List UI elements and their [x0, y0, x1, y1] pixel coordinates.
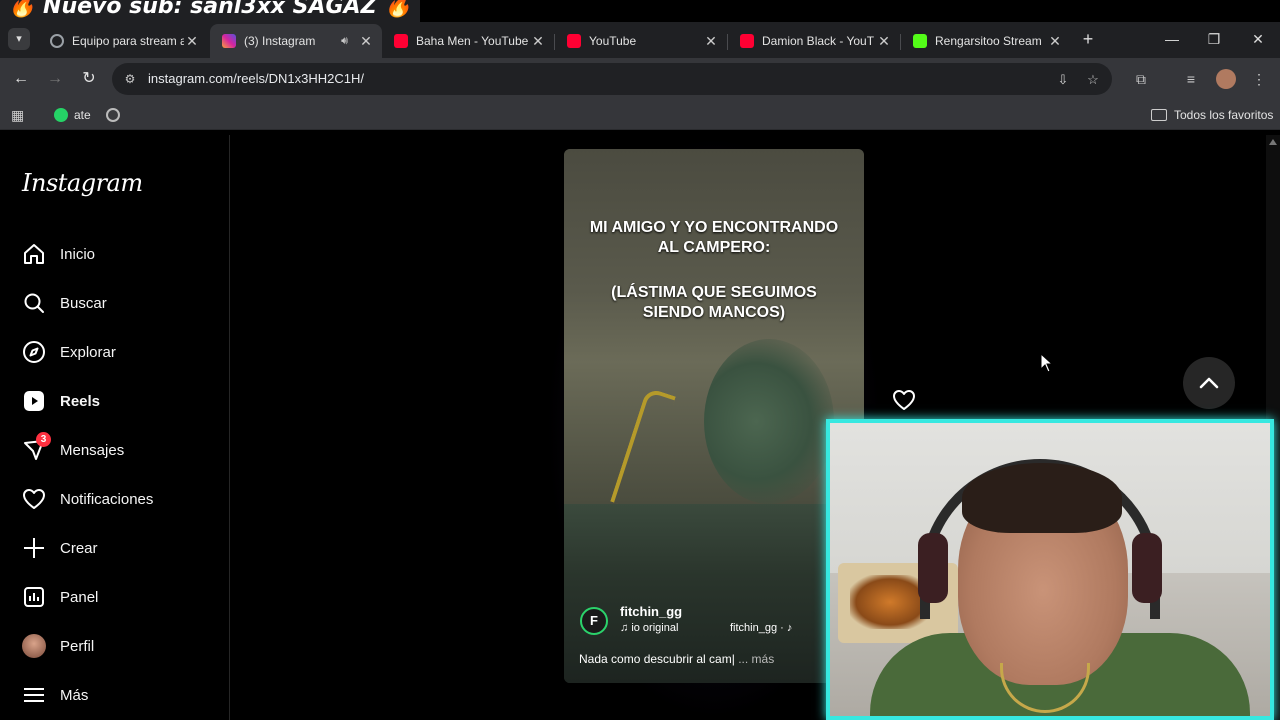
sidebar-item-notificaciones[interactable]: Notificaciones	[22, 486, 153, 512]
more-menu-icon[interactable]: ⋮	[1249, 69, 1269, 89]
sidebar-item-perfil[interactable]: Perfil	[22, 633, 94, 659]
sidebar-item-crear[interactable]: Crear	[22, 535, 98, 561]
minimize-button[interactable]: —	[1158, 28, 1186, 50]
close-tab-icon[interactable]: ✕	[530, 33, 546, 50]
reels-icon	[24, 391, 44, 411]
avatar	[22, 634, 46, 658]
bookmarks-bar: ▦ ate Todos los favoritos	[0, 100, 1280, 130]
chevron-up-icon	[1199, 377, 1219, 389]
sidebar-item-reels[interactable]: Reels	[22, 388, 100, 414]
bookmark-star-icon[interactable]: ☆	[1084, 71, 1102, 89]
sidebar-item-mas[interactable]: Más	[22, 682, 88, 708]
tab-equipo[interactable]: Equipo para stream a ✕	[38, 24, 208, 58]
reel-caption-line: MI AMIGO Y YO ENCONTRANDO	[589, 219, 839, 236]
dashboard-icon	[24, 587, 44, 607]
media-control-icon[interactable]: ≡	[1181, 69, 1201, 89]
reel-caption-line: (LÁSTIMA QUE SEGUIMOS	[611, 284, 817, 301]
reel-video[interactable]: MI AMIGO Y YO ENCONTRANDO AL CAMPERO: (L…	[564, 149, 864, 683]
all-bookmarks-folder[interactable]: Todos los favoritos	[1151, 106, 1273, 124]
reel-description[interactable]: Nada como descubrir al cam| ... más	[579, 652, 774, 666]
audio-user[interactable]: fitchin_gg · ♪	[730, 622, 792, 634]
openai-icon	[106, 108, 120, 122]
compass-icon	[23, 341, 45, 363]
globe-icon	[50, 34, 64, 48]
instagram-icon	[222, 34, 236, 48]
search-icon	[24, 293, 44, 313]
install-app-icon[interactable]: ⇩	[1054, 71, 1072, 89]
instagram-logo[interactable]: Instagram	[22, 169, 143, 197]
like-heart-icon[interactable]	[892, 388, 916, 412]
webcam-hair	[962, 463, 1122, 533]
address-bar[interactable]: ⚙ instagram.com/reels/DN1x3HH2C1H/ ⇩ ☆	[112, 63, 1112, 95]
tab-rengarsitoo[interactable]: Rengarsitoo Stream ✕	[901, 24, 1071, 58]
instagram-sidebar: Instagram Inicio Buscar Explorar Reels 3…	[0, 135, 230, 720]
tab-instagram[interactable]: (3) Instagram 🔊︎ ✕	[210, 24, 382, 58]
account-name[interactable]: fitchin_gg	[620, 604, 682, 619]
youtube-icon	[567, 34, 581, 48]
tab-baha-men[interactable]: Baha Men - YouTube ✕	[382, 24, 554, 58]
youtube-icon	[394, 34, 408, 48]
whatsapp-icon	[54, 108, 68, 122]
menu-icon	[24, 688, 44, 702]
url-text[interactable]: instagram.com/reels/DN1x3HH2C1H/	[148, 71, 364, 86]
close-tab-icon[interactable]: ✕	[184, 33, 200, 50]
reel-caption-line: SIENDO MANCOS)	[642, 304, 786, 321]
stream-title-bar: 🔥 Nuevo sub: sanl3xx SAGAZ 🔥	[0, 0, 420, 22]
sidebar-item-panel[interactable]: Panel	[22, 584, 98, 610]
youtube-icon	[740, 34, 754, 48]
account-avatar[interactable]: F	[580, 607, 608, 635]
plus-icon	[24, 538, 44, 558]
extensions-icon[interactable]: ⧉	[1131, 69, 1151, 89]
home-icon	[24, 244, 44, 264]
audio-link[interactable]: ♫ io original	[620, 622, 678, 634]
close-tab-icon[interactable]: ✕	[703, 33, 719, 50]
scroll-arrow-up-icon[interactable]	[1269, 139, 1277, 145]
close-tab-icon[interactable]: ✕	[1047, 33, 1063, 50]
reel-caption-line: AL CAMPERO:	[657, 239, 771, 256]
folder-icon	[1151, 109, 1167, 121]
more-link[interactable]: ... más	[738, 652, 774, 666]
tab-damion-black[interactable]: Damion Black - YouT ✕	[728, 24, 900, 58]
new-tab-button[interactable]: +	[1078, 28, 1098, 50]
heart-icon	[23, 489, 45, 509]
scroll-up-button[interactable]	[1183, 357, 1235, 409]
stream-title: 🔥 Nuevo sub: sanl3xx SAGAZ 🔥	[8, 0, 412, 19]
close-tab-icon[interactable]: ✕	[876, 33, 892, 50]
webcam-overlay	[826, 419, 1274, 720]
kick-icon	[913, 34, 927, 48]
site-settings-icon[interactable]: ⚙	[122, 71, 138, 87]
bookmark-ate[interactable]: ate	[54, 106, 91, 124]
sidebar-item-mensajes[interactable]: 3 Mensajes	[22, 432, 124, 463]
messages-badge: 3	[36, 432, 51, 447]
reel-figure	[704, 339, 834, 504]
back-button[interactable]: ←	[10, 68, 32, 90]
forward-button[interactable]: →	[44, 68, 66, 90]
apps-icon[interactable]: ▦	[11, 106, 24, 124]
tab-search-button[interactable]: ▾	[8, 28, 30, 50]
sidebar-item-buscar[interactable]: Buscar	[22, 290, 107, 316]
close-window-button[interactable]: ✕	[1244, 28, 1272, 50]
webcam-earcup-right	[1132, 533, 1162, 603]
sidebar-item-explorar[interactable]: Explorar	[22, 339, 116, 365]
reload-button[interactable]: ↻	[78, 68, 100, 90]
bookmark-openai[interactable]	[106, 106, 126, 124]
speaker-icon[interactable]: 🔊︎	[341, 35, 348, 48]
tab-youtube[interactable]: YouTube ✕	[555, 24, 727, 58]
restore-button[interactable]: ❐	[1200, 28, 1228, 50]
webcam-earcup-left	[918, 533, 948, 603]
close-tab-icon[interactable]: ✕	[358, 33, 374, 50]
mouse-cursor-icon	[1040, 353, 1054, 373]
browser-toolbar: ← → ↻ ⚙ instagram.com/reels/DN1x3HH2C1H/…	[0, 58, 1280, 100]
sidebar-item-inicio[interactable]: Inicio	[22, 241, 95, 267]
profile-avatar[interactable]	[1216, 69, 1236, 89]
